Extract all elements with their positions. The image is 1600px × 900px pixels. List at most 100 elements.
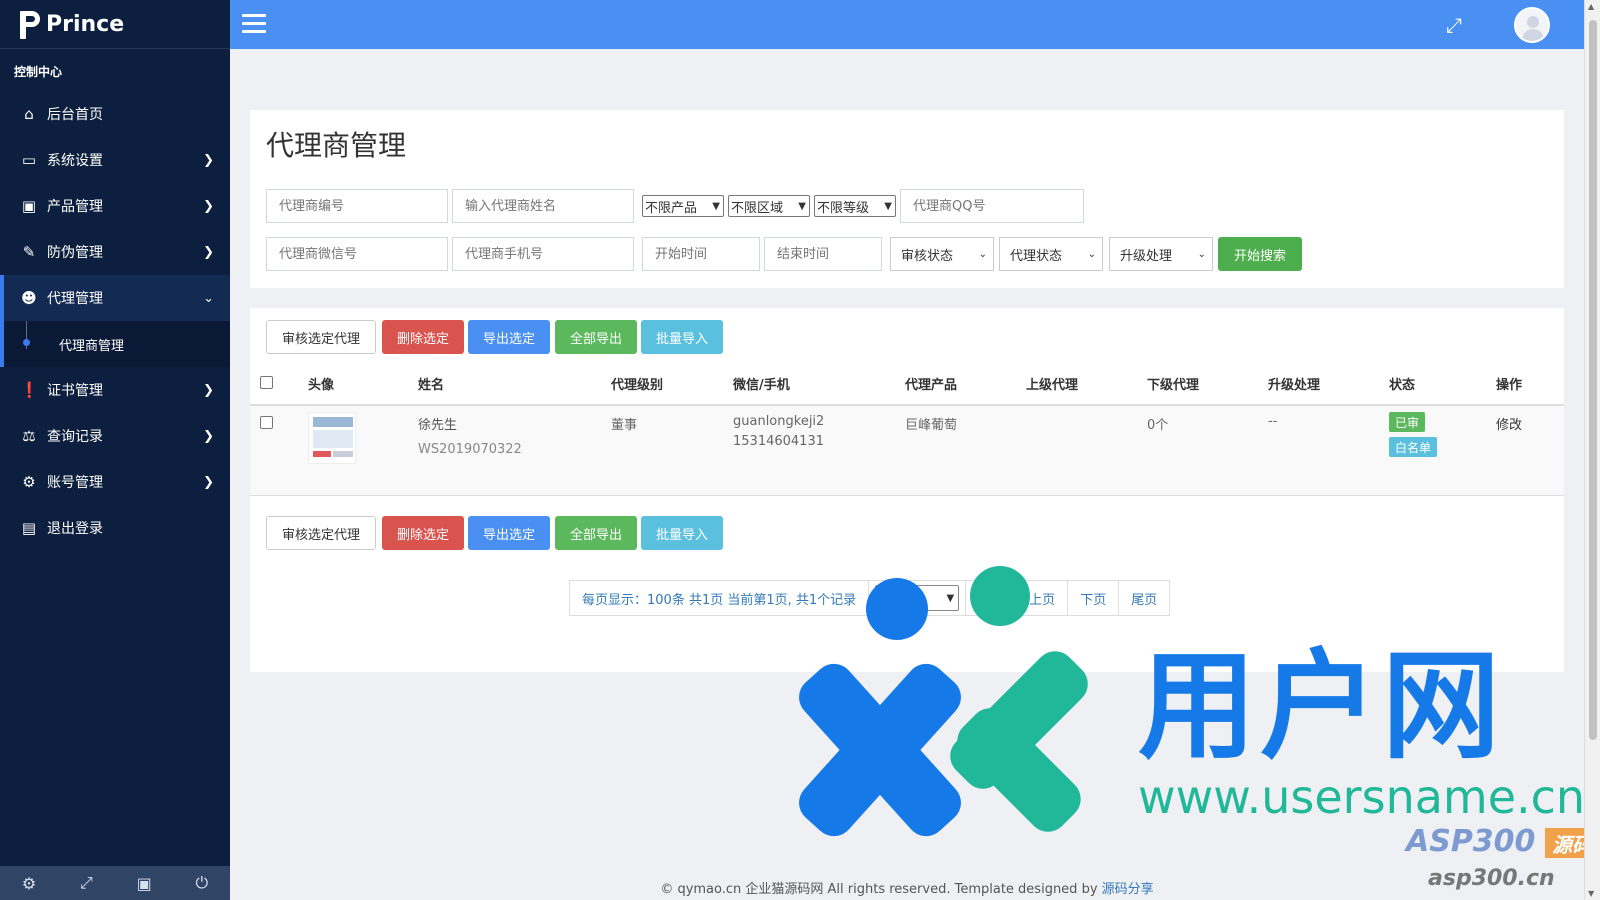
status-badge-whitelist: 白名单 [1389, 437, 1438, 457]
col-header-level: 代理级别 [611, 378, 664, 393]
chevron-down-icon: ▼ [884, 200, 892, 212]
page-footer: © qymao.cn 企业猫源码网 All rights reserved. T… [230, 878, 1584, 897]
agent-qq-input[interactable] [900, 189, 1084, 223]
product-select-value: 不限产品 [645, 200, 698, 216]
watermark-asp: ASP300 [1406, 824, 1536, 859]
chevron-down-icon: ▼ [712, 200, 720, 212]
upgrade-select[interactable]: 升级处理 ⌄ [1109, 237, 1213, 271]
sidebar-subitem-label: 代理商管理 [59, 338, 125, 354]
export-all-button[interactable]: 全部导出 [555, 320, 637, 354]
chevron-right-icon: ❯ [203, 198, 214, 214]
batch-import-button[interactable]: 批量导入 [641, 320, 723, 354]
scroll-down-icon[interactable]: ▼ [1588, 889, 1594, 898]
delete-selected-button-bottom[interactable]: 删除选定 [382, 516, 464, 550]
sidebar-subitem-agent-management[interactable]: 代理商管理 [0, 321, 230, 367]
col-header-avatar: 头像 [308, 378, 335, 393]
sidebar-footer-toolbar: ⚙ ⤢ ▣ ⏻ [0, 866, 230, 900]
sidebar-item-system-settings[interactable]: ▭ 系统设置 ❯ [0, 137, 230, 183]
agent-status-value: 代理状态 [1010, 248, 1063, 264]
watermark-logo-stroke [948, 699, 1090, 841]
level-select-value: 不限等级 [817, 200, 870, 216]
delete-selected-button[interactable]: 删除选定 [382, 320, 464, 354]
window-icon: ▤ [21, 519, 37, 537]
audit-selected-button[interactable]: 审核选定代理 [266, 320, 376, 354]
sidebar-item-label: 代理管理 [47, 291, 103, 307]
batch-import-button-bottom[interactable]: 批量导入 [641, 516, 723, 550]
search-button[interactable]: 开始搜索 [1218, 237, 1302, 271]
cogs-icon: ⚙ [22, 473, 36, 491]
select-all-checkbox[interactable] [260, 376, 273, 389]
sidebar-item-home[interactable]: ⌂ 后台首页 [0, 91, 230, 137]
fullscreen-icon[interactable]: ⤢ [80, 873, 93, 893]
sidebar-item-label: 账号管理 [47, 475, 103, 491]
sidebar-item-label: 后台首页 [47, 107, 103, 123]
col-header-product: 代理产品 [905, 378, 958, 393]
agent-name-input[interactable] [452, 189, 634, 223]
page-select-wrapper: 第1页 ▼ [868, 580, 967, 616]
sidebar-item-label: 证书管理 [47, 383, 103, 399]
sidebar-item-logout[interactable]: ▤ 退出登录 [0, 505, 230, 551]
export-all-button-bottom[interactable]: 全部导出 [555, 516, 637, 550]
audit-status-select[interactable]: 审核状态 ⌄ [890, 237, 994, 271]
chevron-down-icon: ⌄ [1087, 248, 1096, 260]
export-selected-button[interactable]: 导出选定 [468, 320, 550, 354]
col-header-contact: 微信/手机 [733, 378, 790, 393]
audit-selected-button-bottom[interactable]: 审核选定代理 [266, 516, 376, 550]
prev-page-link[interactable]: 上页 [1016, 580, 1069, 616]
exclamation-icon: ❗ [20, 381, 39, 399]
fullscreen-icon[interactable]: ⤢ [1446, 13, 1462, 37]
region-select[interactable]: 不限区域 ▼ [728, 195, 810, 217]
audit-status-value: 审核状态 [901, 248, 954, 264]
col-header-action: 操作 [1496, 378, 1523, 393]
region-select-value: 不限区域 [731, 200, 784, 216]
edit-link[interactable]: 修改 [1496, 414, 1522, 433]
scrollbar-thumb[interactable] [1589, 20, 1597, 740]
monitor-icon: ▭ [21, 151, 37, 169]
sidebar-item-label: 查询记录 [47, 429, 103, 445]
sidebar-item-anti-counterfeit[interactable]: ✎ 防伪管理 ❯ [0, 229, 230, 275]
page-scrollbar[interactable]: ▲ ▼ [1584, 0, 1600, 900]
sidebar-item-label: 产品管理 [47, 199, 103, 215]
col-header-upgrade: 升级处理 [1268, 378, 1321, 393]
page-title: 代理商管理 [266, 129, 407, 162]
sidebar-item-certificates[interactable]: ❗ 证书管理 ❯ [0, 367, 230, 413]
col-header-parent: 上级代理 [1026, 378, 1079, 393]
logo-icon [20, 9, 40, 39]
power-icon[interactable]: ⏻ [195, 873, 208, 893]
sidebar-item-products[interactable]: ▣ 产品管理 ❯ [0, 183, 230, 229]
sidebar-item-query-records[interactable]: ⚖ 查询记录 ❯ [0, 413, 230, 459]
chevron-right-icon: ❯ [203, 152, 214, 168]
chevron-down-icon: ▼ [946, 592, 955, 604]
app-logo[interactable]: Prince [0, 0, 230, 49]
level-select[interactable]: 不限等级 ▼ [814, 195, 896, 217]
end-time-input[interactable] [764, 237, 882, 271]
export-selected-button-bottom[interactable]: 导出选定 [468, 516, 550, 550]
agent-wechat-input[interactable] [266, 237, 448, 271]
footer-link[interactable]: 源码分享 [1102, 882, 1154, 897]
pagination-info: 每页显示：100条 共1页 当前第1页, 共1个记录 [569, 580, 870, 616]
sidebar-item-label: 防伪管理 [47, 245, 103, 261]
scroll-up-icon[interactable]: ▲ [1588, 2, 1594, 11]
sidebar-item-agents[interactable]: ☻ 代理管理 ⌄ [0, 275, 230, 321]
hamburger-icon[interactable] [242, 14, 266, 34]
row-checkbox[interactable] [260, 416, 273, 429]
upgrade-value: 升级处理 [1120, 248, 1173, 264]
home-icon: ⌂ [24, 105, 34, 123]
agent-phone-input[interactable] [452, 237, 634, 271]
last-page-link[interactable]: 尾页 [1118, 580, 1171, 616]
watermark-logo-stroke [790, 655, 970, 845]
agent-avatar-image [308, 412, 356, 464]
topbar: ⤢ [230, 0, 1584, 49]
gear-icon[interactable]: ⚙ [22, 874, 36, 893]
start-time-input[interactable] [642, 237, 760, 271]
first-page-link[interactable]: 首页 [965, 580, 1018, 616]
user-avatar-icon[interactable] [1514, 7, 1550, 43]
sidebar-item-accounts[interactable]: ⚙ 账号管理 ❯ [0, 459, 230, 505]
lock-icon[interactable]: ▣ [137, 874, 152, 893]
sidebar-section-title: 控制中心 [14, 65, 63, 79]
agent-number-input[interactable] [266, 189, 448, 223]
next-page-link[interactable]: 下页 [1067, 580, 1120, 616]
page-select[interactable]: 第1页 ▼ [875, 585, 960, 611]
agent-status-select[interactable]: 代理状态 ⌄ [999, 237, 1103, 271]
product-select[interactable]: 不限产品 ▼ [642, 195, 724, 217]
